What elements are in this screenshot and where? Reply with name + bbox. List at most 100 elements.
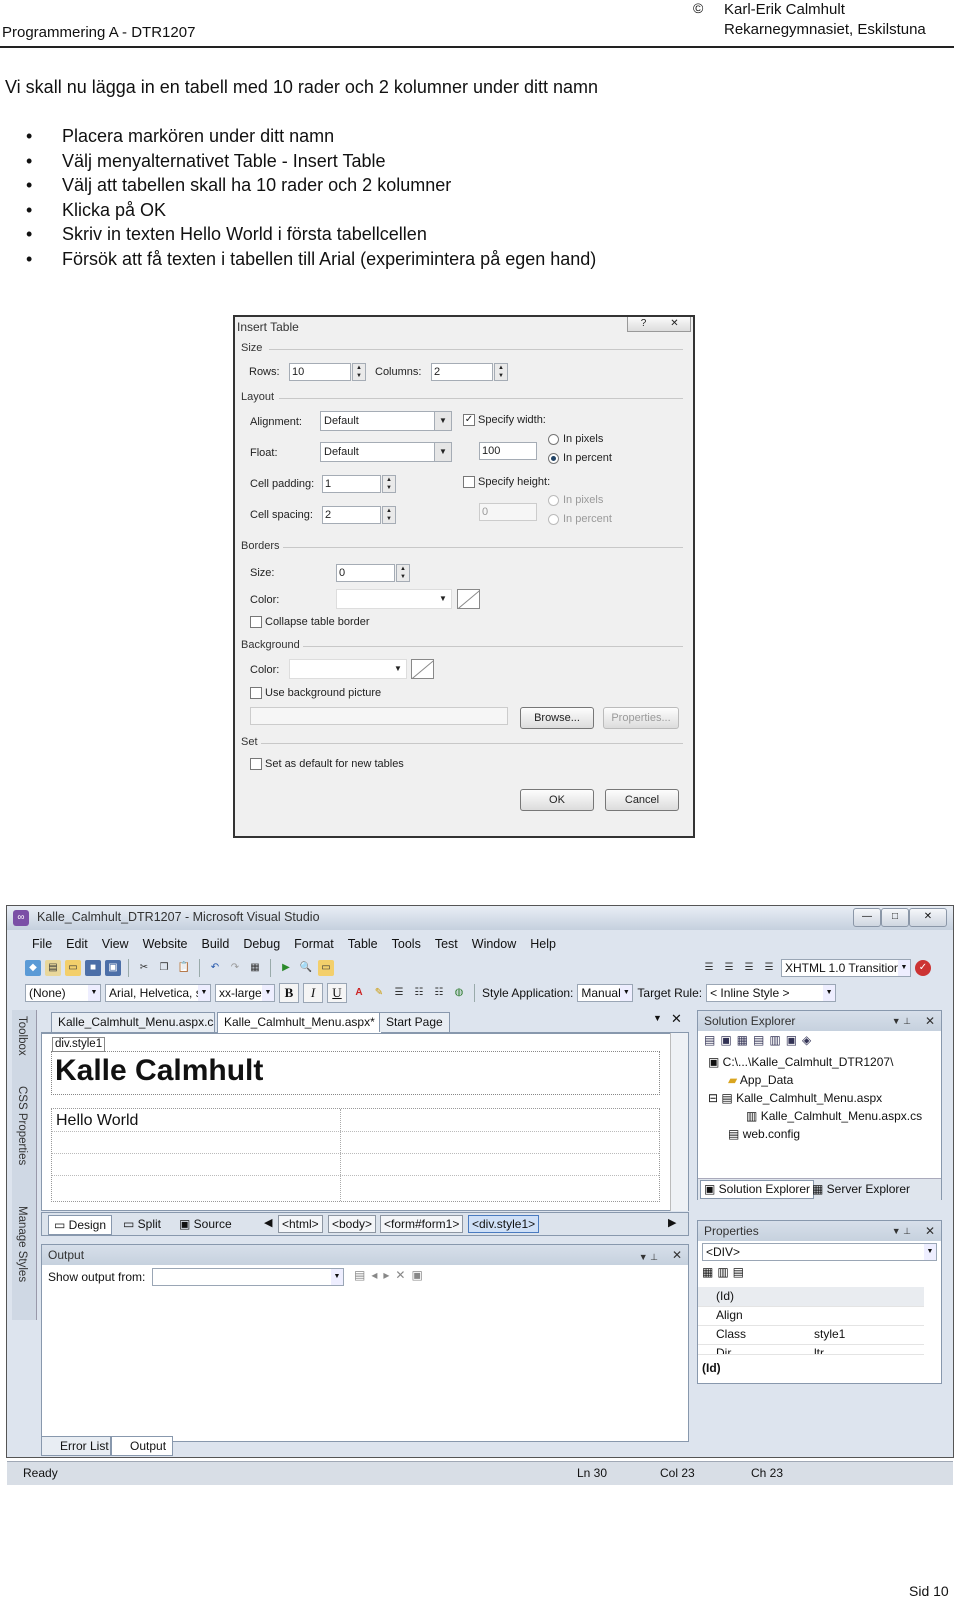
font-size-select[interactable]: xx-large ▼ bbox=[215, 984, 275, 1002]
set-default-checkbox[interactable] bbox=[250, 758, 262, 770]
height-in-pixels-radio[interactable] bbox=[548, 495, 559, 506]
solution-toolbar-icons[interactable]: ▤▣▦▤▥▣◈ bbox=[704, 1033, 816, 1047]
menu-help[interactable]: Help bbox=[523, 933, 563, 955]
chevron-down-icon[interactable]: ▼ ⊥ bbox=[892, 1011, 911, 1031]
chevron-down-icon[interactable]: ▼ ⊥ bbox=[892, 1221, 911, 1241]
columns-field[interactable]: 2 bbox=[431, 363, 493, 381]
menu-view[interactable]: View bbox=[95, 933, 136, 955]
font-family-select[interactable]: Arial, Helvetica, s ▼ bbox=[105, 984, 211, 1002]
collapse-border-checkbox[interactable] bbox=[250, 616, 262, 628]
save-icon[interactable]: ■ bbox=[85, 960, 101, 976]
crumb-form[interactable]: <form#form1> bbox=[380, 1215, 464, 1233]
browse-button[interactable]: Browse... bbox=[520, 707, 594, 729]
numbering-icon[interactable]: ☷ bbox=[431, 985, 447, 1001]
server-explorer-tab[interactable]: ▦ Server Explorer bbox=[812, 1182, 910, 1196]
border-size-field[interactable]: 0 bbox=[336, 564, 395, 582]
heading-block[interactable]: Kalle Calmhult bbox=[51, 1051, 660, 1095]
bg-picture-path-field[interactable] bbox=[250, 707, 508, 725]
table-cell-text[interactable]: Hello World bbox=[56, 1112, 138, 1130]
block-format-select[interactable]: (None) ▼ bbox=[25, 984, 101, 1002]
width-field[interactable]: 100 bbox=[479, 442, 537, 460]
rows-spinner[interactable]: ▲ ▼ bbox=[352, 363, 366, 381]
maximize-button[interactable]: □ bbox=[881, 908, 909, 927]
inserted-table[interactable]: Hello World bbox=[51, 1108, 660, 1202]
heading-text[interactable]: Kalle Calmhult bbox=[55, 1054, 263, 1088]
output-source-select[interactable]: ▼ bbox=[152, 1268, 344, 1286]
ok-button[interactable]: OK bbox=[520, 789, 594, 811]
crumb-body[interactable]: <body> bbox=[328, 1215, 377, 1233]
validation-icon[interactable]: ✓ bbox=[915, 960, 931, 976]
vertical-scrollbar[interactable] bbox=[670, 1033, 688, 1211]
cell-spacing-field[interactable]: 2 bbox=[322, 506, 381, 524]
menu-edit[interactable]: Edit bbox=[59, 933, 95, 955]
close-icon[interactable]: ✕ bbox=[925, 1221, 935, 1241]
save-all-icon[interactable]: ▣ bbox=[105, 960, 121, 976]
close-icon[interactable]: ✕ bbox=[925, 1011, 935, 1031]
open-folder-icon[interactable]: ▭ bbox=[65, 960, 81, 976]
source-view-button[interactable]: ▣ Source bbox=[174, 1215, 237, 1233]
design-surface[interactable]: div.style1 Kalle Calmhult Hello World bbox=[41, 1033, 689, 1211]
close-button[interactable]: ✕ bbox=[909, 908, 947, 927]
cut-icon[interactable]: ✂ bbox=[136, 960, 152, 976]
menu-file[interactable]: File bbox=[25, 933, 59, 955]
property-row[interactable]: Dir ltr bbox=[698, 1344, 924, 1355]
outdent-icon[interactable]: ☰ bbox=[721, 960, 737, 976]
indent-icon[interactable]: ☰ bbox=[701, 960, 717, 976]
columns-spinner[interactable]: ▲ ▼ bbox=[494, 363, 508, 381]
underline-button[interactable]: U bbox=[327, 983, 347, 1003]
find-icon[interactable]: 🔍 bbox=[298, 960, 314, 976]
highlight-icon[interactable]: ✎ bbox=[371, 985, 387, 1001]
error-list-tab[interactable]: Error List bbox=[41, 1436, 111, 1456]
menu-debug[interactable]: Debug bbox=[236, 933, 287, 955]
redo-icon[interactable]: ↷ bbox=[227, 960, 243, 976]
split-view-button[interactable]: ▭ Split bbox=[118, 1215, 166, 1233]
property-row[interactable]: Align bbox=[698, 1306, 924, 1326]
border-size-spinner[interactable]: ▲ ▼ bbox=[396, 564, 410, 582]
toolbox-tab[interactable]: Toolbox bbox=[16, 1016, 28, 1056]
crumb-div[interactable]: <div.style1> bbox=[468, 1215, 540, 1233]
navigate-icon[interactable]: ▦ bbox=[247, 960, 263, 976]
alignment-select[interactable]: Default ▼ bbox=[320, 411, 452, 431]
menu-build[interactable]: Build bbox=[195, 933, 237, 955]
menu-table[interactable]: Table bbox=[341, 933, 385, 955]
properties-toolbar-icons[interactable]: ▦▥▤ bbox=[702, 1265, 748, 1279]
menu-test[interactable]: Test bbox=[428, 933, 465, 955]
toolbox-icon[interactable]: ▭ bbox=[318, 960, 334, 976]
properties-object-select[interactable]: <DIV> ▼ bbox=[702, 1243, 937, 1261]
style-application-select[interactable]: Manual ▼ bbox=[577, 984, 634, 1002]
height-field[interactable]: 0 bbox=[479, 503, 537, 521]
design-view-button[interactable]: ▭ Design bbox=[48, 1215, 113, 1235]
tree-menu-aspx-cs[interactable]: ▥ Kalle_Calmhult_Menu.aspx.cs bbox=[746, 1109, 922, 1123]
specify-width-checkbox[interactable]: ✓ bbox=[463, 414, 475, 426]
copy-icon[interactable]: ❐ bbox=[156, 960, 172, 976]
help-button[interactable]: ? bbox=[628, 317, 659, 331]
chevron-right-icon[interactable]: ▶ bbox=[668, 1216, 676, 1229]
crumb-html[interactable]: <html> bbox=[278, 1215, 323, 1233]
menu-format[interactable]: Format bbox=[287, 933, 341, 955]
cell-padding-field[interactable]: 1 bbox=[322, 475, 381, 493]
close-icon[interactable]: ✕ bbox=[672, 1245, 682, 1265]
tree-web-config[interactable]: ▤ web.config bbox=[728, 1127, 800, 1141]
globe-icon[interactable]: ◍ bbox=[451, 985, 467, 1001]
property-row[interactable]: Class style1 bbox=[698, 1325, 924, 1345]
properties-button[interactable]: Properties... bbox=[603, 707, 679, 729]
height-in-percent-radio[interactable] bbox=[548, 514, 559, 525]
bullets-icon[interactable]: ☷ bbox=[411, 985, 427, 1001]
border-color-select[interactable]: ▼ bbox=[336, 589, 452, 609]
doctype-select[interactable]: XHTML 1.0 Transition: ▼ bbox=[781, 959, 911, 977]
list-icon[interactable]: ☰ bbox=[761, 960, 777, 976]
close-icon[interactable]: ✕ bbox=[671, 1011, 682, 1027]
float-select[interactable]: Default ▼ bbox=[320, 442, 452, 462]
chevron-down-icon[interactable]: ▼ bbox=[653, 1013, 662, 1023]
undo-icon[interactable]: ↶ bbox=[207, 960, 223, 976]
width-in-pixels-radio[interactable] bbox=[548, 434, 559, 445]
width-in-percent-radio[interactable] bbox=[548, 453, 559, 464]
tab-start-page[interactable]: Start Page bbox=[379, 1012, 450, 1032]
menu-window[interactable]: Window bbox=[465, 933, 523, 955]
property-row[interactable]: (Id) bbox=[698, 1287, 924, 1307]
solution-explorer-tab[interactable]: ▣ Solution Explorer bbox=[700, 1180, 815, 1199]
chevron-left-icon[interactable]: ◀ bbox=[264, 1216, 272, 1229]
italic-button[interactable]: I bbox=[303, 983, 323, 1003]
output-toolbar-icons[interactable]: ▤◂▸✕▣ bbox=[354, 1268, 429, 1282]
output-tab[interactable]: Output bbox=[111, 1436, 173, 1456]
